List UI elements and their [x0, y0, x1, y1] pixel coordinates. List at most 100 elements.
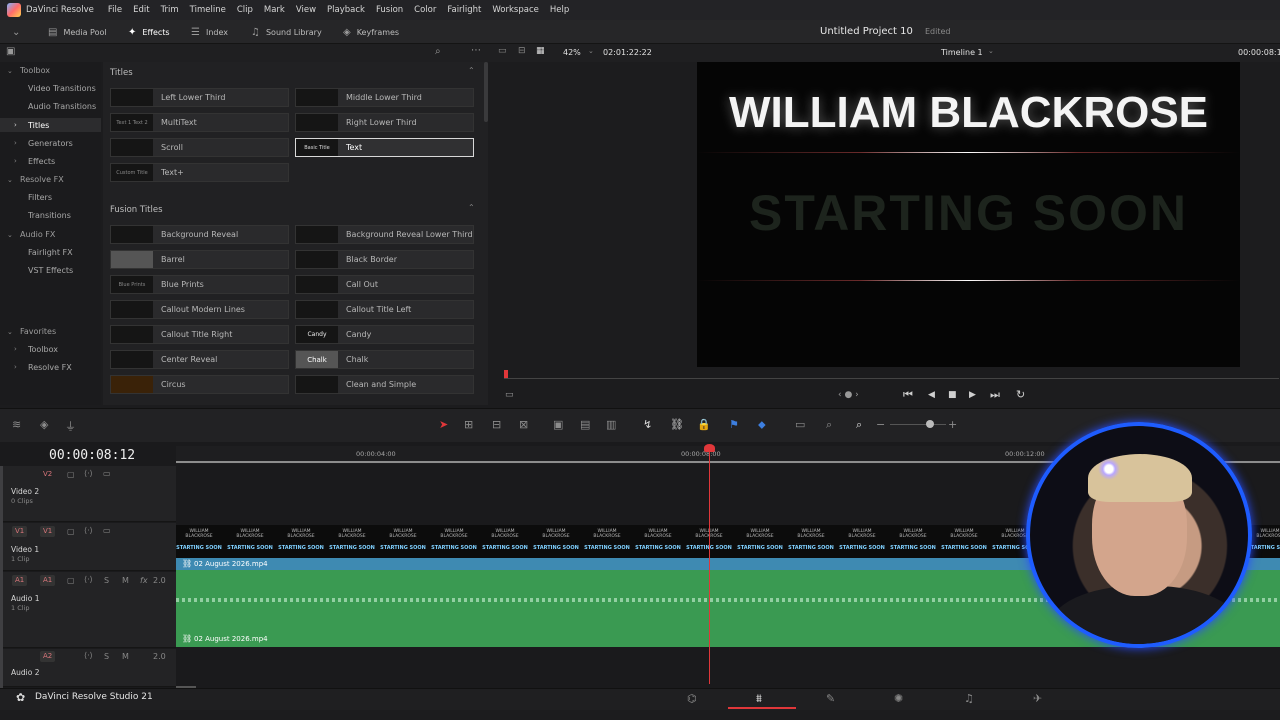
lock-track-icon[interactable]: ▢ — [67, 470, 75, 479]
track-badge[interactable]: V1 — [40, 526, 56, 537]
menu-color[interactable]: Color — [414, 5, 436, 15]
zoom-slider-handle[interactable] — [926, 420, 934, 428]
zoom-detail-icon[interactable]: ⌕ — [826, 418, 832, 432]
selection-tool-icon[interactable]: ➤ — [439, 418, 448, 431]
nav-resolve-fx[interactable]: Resolve FX — [20, 175, 64, 184]
auto-select-icon[interactable]: ⟨·⟩ — [84, 469, 93, 478]
zoom-in-icon[interactable]: + — [948, 418, 957, 431]
solo-icon[interactable]: S — [104, 652, 109, 661]
auto-select-icon[interactable]: ⟨·⟩ — [84, 526, 93, 535]
chevron-down-icon[interactable]: ⌄ — [7, 176, 13, 184]
zoom-custom-icon[interactable]: ⌕ — [856, 418, 862, 432]
zoom-level[interactable]: 42% — [563, 48, 581, 57]
menu-fusion[interactable]: Fusion — [376, 5, 403, 15]
title-tile[interactable]: Text 1 Text 2 MultiText — [110, 113, 289, 132]
keyframes-button[interactable]: ◈ Keyframes — [343, 20, 399, 44]
fusion-title-tile[interactable]: Circus — [110, 375, 289, 394]
media-page-icon[interactable]: ⌬ — [687, 692, 697, 705]
chevron-down-icon[interactable]: ⌄ — [7, 328, 13, 336]
track-name[interactable]: Video 1 — [11, 545, 39, 554]
source-badge[interactable]: A1 — [12, 575, 28, 586]
overwrite-clip-icon[interactable]: ▤ — [580, 418, 590, 431]
title-tile[interactable]: Scroll — [110, 138, 289, 157]
nav-effects[interactable]: Effects — [28, 157, 55, 166]
nav-fav-resolve-fx[interactable]: Resolve FX — [28, 363, 72, 372]
auto-select-icon[interactable]: ⟨·⟩ — [84, 651, 93, 660]
viewer-mode-icon[interactable]: ▭ — [498, 46, 507, 56]
stop-icon[interactable]: ■ — [948, 390, 957, 400]
replace-clip-icon[interactable]: ▥ — [606, 418, 616, 431]
viewer-playhead-marker[interactable] — [504, 370, 508, 378]
flag-icon[interactable]: ⚑ — [729, 418, 739, 431]
menu-file[interactable]: File — [108, 5, 122, 15]
fusion-title-tile[interactable]: Black Border — [295, 250, 474, 269]
nav-video-transitions[interactable]: Video Transitions — [28, 84, 96, 93]
fusion-title-tile[interactable]: Blue Prints Blue Prints — [110, 275, 289, 294]
fusion-title-tile[interactable]: Callout Title Left — [295, 300, 474, 319]
nav-filters[interactable]: Filters — [28, 193, 52, 202]
deliver-page-icon[interactable]: ✈ — [1033, 692, 1042, 705]
collapse-titles-icon[interactable]: ⌃ — [468, 66, 475, 75]
chevron-down-icon[interactable]: ⌄ — [7, 67, 13, 75]
track-visibility-icon[interactable]: ▭ — [103, 469, 111, 478]
source-badge[interactable]: V1 — [12, 526, 28, 537]
zoom-full-icon[interactable]: ▭ — [795, 418, 805, 431]
track-fx-label[interactable]: fx — [140, 576, 148, 585]
fusion-title-tile[interactable]: Barrel — [110, 250, 289, 269]
fusion-title-tile[interactable]: Background Reveal — [110, 225, 289, 244]
menu-timeline[interactable]: Timeline — [190, 5, 226, 15]
nav-generators[interactable]: Generators — [28, 139, 73, 148]
chevron-right-icon[interactable]: › — [14, 121, 17, 129]
menu-edit[interactable]: Edit — [133, 5, 149, 15]
jog-control-icon[interactable]: ‹ ● › — [838, 390, 859, 400]
menu-view[interactable]: View — [296, 5, 316, 15]
timeline-chevron-icon[interactable]: ⌄ — [988, 47, 994, 55]
snapping-icon[interactable]: ↯ — [643, 418, 652, 431]
fusion-title-tile[interactable]: Chalk Chalk — [295, 350, 474, 369]
auto-select-icon[interactable]: ⟨·⟩ — [84, 575, 93, 584]
timeline-options-icon[interactable]: ◈ — [40, 418, 48, 431]
playhead-handle[interactable] — [704, 444, 715, 452]
nav-transitions[interactable]: Transitions — [28, 211, 71, 220]
more-options-icon[interactable]: ⋯ — [471, 45, 481, 56]
lock-track-icon[interactable]: ▢ — [67, 527, 75, 536]
go-to-start-icon[interactable]: ⏮ — [903, 388, 913, 402]
track-name[interactable]: Video 2 — [11, 487, 39, 496]
title-tile[interactable]: Custom Title Text+ — [110, 163, 289, 182]
nav-audio-transitions[interactable]: Audio Transitions — [28, 102, 96, 111]
playhead-line[interactable] — [709, 446, 710, 684]
menu-trim[interactable]: Trim — [161, 5, 179, 15]
nav-toolbox[interactable]: Toolbox — [20, 66, 50, 75]
menu-fairlight[interactable]: Fairlight — [447, 5, 481, 15]
track-badge[interactable]: V2 — [40, 469, 55, 480]
effects-button[interactable]: ✦ Effects — [128, 20, 170, 44]
fusion-title-tile[interactable]: Callout Modern Lines — [110, 300, 289, 319]
viewer-options-icon[interactable]: ▭ — [505, 390, 514, 400]
trim-tool-icon[interactable]: ⊞ — [464, 418, 473, 431]
nav-audio-fx[interactable]: Audio FX — [20, 230, 55, 239]
title-tile[interactable]: Middle Lower Third — [295, 88, 474, 107]
dynamic-trim-icon[interactable]: ⊟ — [492, 418, 501, 431]
chevron-right-icon[interactable]: › — [14, 345, 17, 353]
timeline-name[interactable]: Timeline 1 — [941, 48, 983, 57]
insert-clip-icon[interactable]: ▣ — [553, 418, 563, 431]
title-tile-selected[interactable]: Basic Title Text — [295, 138, 474, 157]
fusion-title-tile[interactable]: Callout Title Right — [110, 325, 289, 344]
effects-scrollbar[interactable] — [484, 62, 488, 122]
nav-vst-effects[interactable]: VST Effects — [28, 266, 73, 275]
lock-icon[interactable]: 🔒 — [697, 418, 711, 431]
fusion-title-tile[interactable]: Background Reveal Lower Third — [295, 225, 474, 244]
track-name[interactable]: Audio 1 — [11, 594, 39, 603]
play-reverse-icon[interactable]: ◀ — [928, 390, 935, 400]
track-name[interactable]: Audio 2 — [11, 668, 39, 677]
viewer-display-icon[interactable]: ▦ — [536, 46, 545, 56]
title-tile[interactable]: Right Lower Third — [295, 113, 474, 132]
chevron-right-icon[interactable]: › — [14, 157, 17, 165]
search-icon[interactable]: ⌕ — [435, 46, 441, 57]
track-badge[interactable]: A1 — [40, 575, 56, 586]
chevron-right-icon[interactable]: › — [14, 139, 17, 147]
viewer-scrub-bar[interactable] — [504, 378, 1279, 379]
timeline-view-icon[interactable]: ≋ — [12, 418, 21, 431]
zoom-chevron-icon[interactable]: ⌄ — [588, 47, 594, 55]
nav-fav-toolbox[interactable]: Toolbox — [28, 345, 58, 354]
